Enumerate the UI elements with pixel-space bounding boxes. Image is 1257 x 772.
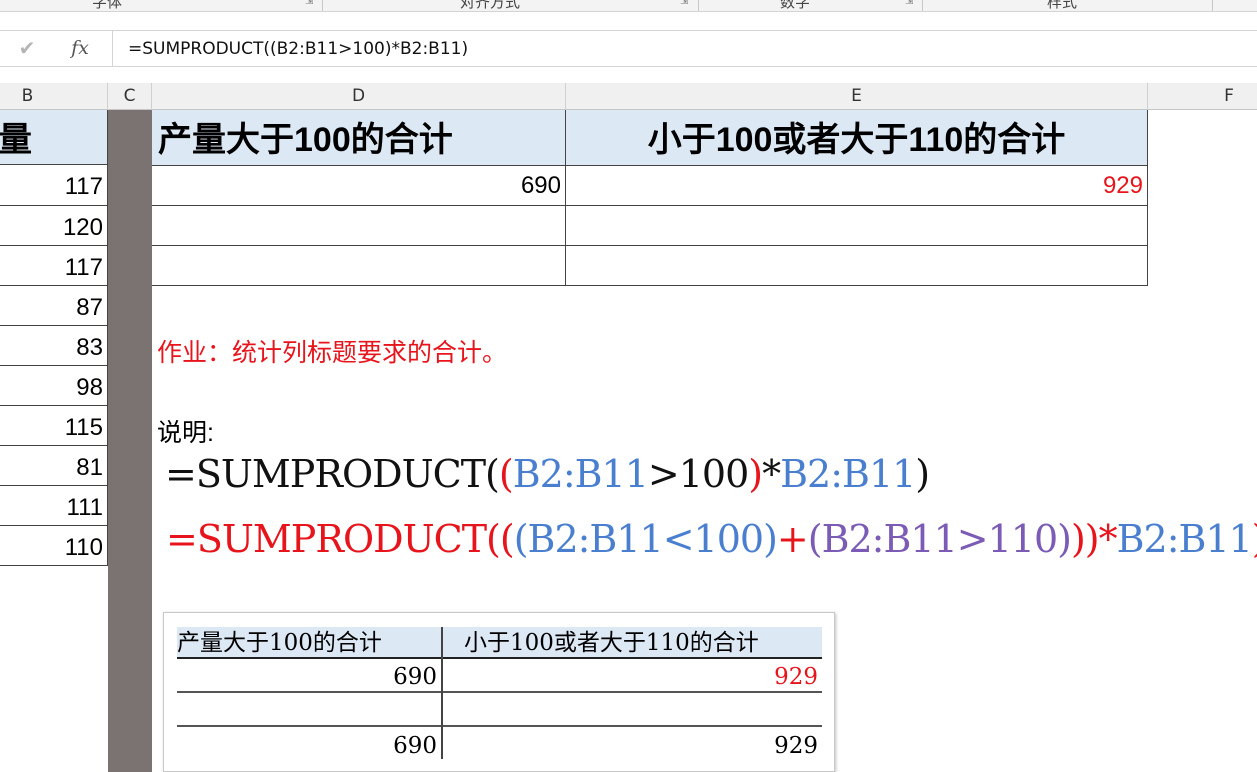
column-header-f[interactable]: F <box>1148 83 1257 110</box>
column-headers: B C D E F <box>0 83 1257 110</box>
formula1-range: B2:B11 <box>512 452 649 496</box>
formula1-compare: >100 <box>647 452 749 496</box>
formula1-func: =SUMPRODUCT( <box>165 452 500 496</box>
ribbon-separator <box>1212 0 1213 11</box>
ribbon-strip: 字体 ⇲ 对齐方式 ⇲ 数字 ⇲ 样式 <box>0 0 1257 12</box>
cell-e2[interactable]: 929 <box>566 166 1148 206</box>
dialog-launcher-icon[interactable]: ⇲ <box>680 0 688 7</box>
explanation-label[interactable]: 说明: <box>157 413 214 449</box>
embedded-result-picture[interactable]: 产量大于100的合计 小于100或者大于110的合计 690 929 690 9… <box>163 612 835 772</box>
dialog-launcher-icon[interactable]: ⇲ <box>905 0 913 7</box>
cell-b6[interactable]: 83 <box>0 326 108 366</box>
cell-b10[interactable]: 111 <box>0 486 108 526</box>
cell-b5[interactable]: 87 <box>0 286 108 326</box>
cell-b-header[interactable]: 量 <box>0 110 108 165</box>
column-header-c[interactable]: C <box>108 83 152 110</box>
cell-b2[interactable]: 117 <box>0 165 108 206</box>
formula-bar: ✔ fx =SUMPRODUCT((B2:B11>100)*B2:B11) <box>0 30 1257 67</box>
ribbon-separator <box>698 0 699 11</box>
cell-b9[interactable]: 81 <box>0 446 108 486</box>
formula1-range2: B2:B11 <box>780 452 916 496</box>
formula2-range: B2:B11 <box>1116 517 1253 561</box>
formula1-mult: * <box>762 452 781 496</box>
cell-d4[interactable] <box>152 246 566 286</box>
formula2-plus: + <box>776 517 809 561</box>
cell-d3[interactable] <box>152 206 566 246</box>
formula2-cond2: (B2:B11>110) <box>807 517 1072 561</box>
cell-b4[interactable]: 117 <box>0 246 108 286</box>
formula1-paren-open: ( <box>498 452 514 496</box>
formula2-close: ))* <box>1070 517 1118 561</box>
embed-row1-left: 690 <box>393 664 437 690</box>
formula-input[interactable]: =SUMPRODUCT((B2:B11>100)*B2:B11) <box>128 31 468 67</box>
ribbon-group-styles[interactable]: 样式 <box>1047 0 1077 11</box>
cell-d1-header[interactable]: 产量大于100的合计 <box>152 110 566 166</box>
cell-e4[interactable] <box>566 246 1148 286</box>
embed-header-left: 产量大于100的合计 <box>177 630 382 656</box>
embed-header-right: 小于100或者大于110的合计 <box>464 630 759 656</box>
column-c-fill <box>108 110 152 772</box>
column-header-d[interactable]: D <box>152 83 566 110</box>
formula-display-1[interactable]: =SUMPRODUCT((B2:B11>100)*B2:B11) <box>165 452 930 496</box>
cell-e1-header[interactable]: 小于100或者大于110的合计 <box>566 110 1148 166</box>
embed-row1-right: 929 <box>774 664 818 690</box>
formula1-end: ) <box>915 452 930 496</box>
cell-b11[interactable]: 110 <box>0 526 108 566</box>
formula2-func: =SUMPRODUCT(( <box>166 517 515 561</box>
cell-b7[interactable]: 98 <box>0 366 108 406</box>
cell-e3[interactable] <box>566 206 1148 246</box>
formula2-end: ) <box>1252 517 1257 561</box>
formula1-paren-close: ) <box>748 452 763 496</box>
formula2-cond1: (B2:B11<100) <box>513 517 778 561</box>
column-header-b[interactable]: B <box>0 83 108 110</box>
ribbon-group-number[interactable]: 数字 <box>780 0 810 11</box>
embed-row3-right: 929 <box>774 733 818 759</box>
ribbon-separator <box>322 0 323 11</box>
dialog-launcher-icon[interactable]: ⇲ <box>305 0 313 7</box>
cell-d2[interactable]: 690 <box>152 166 566 206</box>
homework-note[interactable]: 作业：统计列标题要求的合计。 <box>157 333 507 369</box>
formula-bar-separator <box>112 31 113 67</box>
insert-function-button[interactable]: fx <box>66 35 94 61</box>
embed-row-line <box>177 725 822 727</box>
column-header-e[interactable]: E <box>566 83 1148 110</box>
cell-b3[interactable]: 120 <box>0 206 108 246</box>
check-icon[interactable]: ✔ <box>14 35 40 61</box>
cell-b8[interactable]: 115 <box>0 406 108 446</box>
ribbon-separator <box>922 0 923 11</box>
embed-column-divider <box>441 627 443 759</box>
ribbon-group-alignment[interactable]: 对齐方式 <box>460 0 520 11</box>
ribbon-group-font[interactable]: 字体 <box>92 0 122 11</box>
formula-display-2[interactable]: =SUMPRODUCT(((B2:B11<100)+(B2:B11>110)))… <box>166 517 1257 561</box>
embed-row3-left: 690 <box>393 733 437 759</box>
